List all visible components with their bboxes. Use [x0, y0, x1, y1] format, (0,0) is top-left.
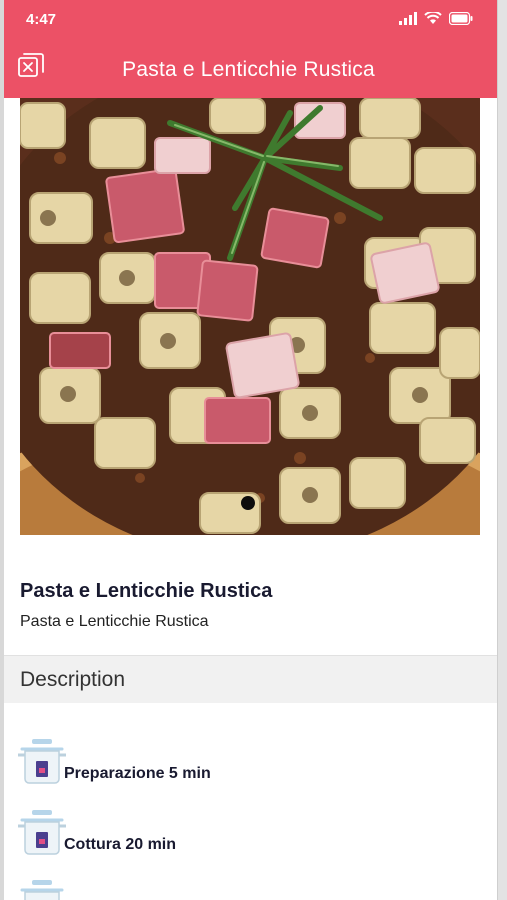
- recipe-title: Pasta e Lenticchie Rustica: [20, 580, 273, 602]
- description-section-header[interactable]: Description: [0, 655, 497, 703]
- info-item-label: Preparazione 5 min: [64, 765, 211, 782]
- recipe-subtitle: Pasta e Lenticchie Rustica: [20, 613, 209, 630]
- status-icons: [399, 12, 473, 25]
- battery-icon: [449, 12, 473, 25]
- cooking-pot-icon: [18, 810, 66, 856]
- info-item-preparation: Preparazione 5 min: [18, 737, 211, 785]
- signal-icon: [399, 12, 417, 25]
- status-time: 4:47: [26, 11, 57, 28]
- app-bar: Pasta e Lenticchie Rustica: [0, 38, 507, 98]
- info-item-partial: [18, 878, 64, 900]
- device-frame-left: [0, 0, 4, 900]
- description-label: Description: [20, 668, 126, 691]
- device-frame-right: [497, 0, 507, 900]
- app-bar-title: Pasta e Lenticchie Rustica: [122, 58, 375, 81]
- cooking-pot-icon: [18, 880, 66, 900]
- recipe-photo[interactable]: [20, 98, 480, 535]
- phone-screen: 4:47 Pasta e Lenticchie Rustica Pasta e …: [0, 0, 507, 900]
- cooking-pot-icon: [18, 739, 66, 785]
- info-item-cooking: Cottura 20 min: [18, 808, 176, 856]
- wifi-icon: [424, 12, 442, 25]
- info-item-label: Cottura 20 min: [64, 836, 177, 853]
- status-bar: 4:47: [0, 0, 507, 38]
- carousel-page-indicator[interactable]: [241, 496, 255, 510]
